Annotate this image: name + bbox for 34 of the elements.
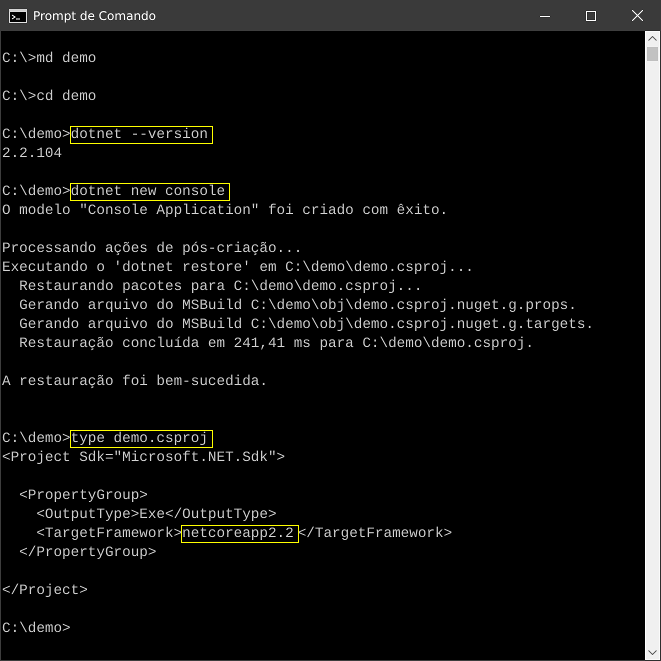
highlighted-text: dotnet --version bbox=[70, 127, 212, 143]
console-text: C:\demo> bbox=[2, 127, 71, 143]
console-line: <OutputType>Exe</OutputType> bbox=[35, 506, 278, 525]
maximize-icon[interactable] bbox=[586, 10, 596, 20]
console-line: Gerando arquivo do MSBuild C:\demo\obj\demo.csproj.nuget.g.props. bbox=[18, 297, 578, 316]
window-title: Prompt de Comando bbox=[33, 8, 158, 22]
console-line: </PropertyGroup> bbox=[18, 544, 158, 563]
console-line: Gerando arquivo do MSBuild C:\demo\obj\demo.csproj.nuget.g.targets. bbox=[18, 316, 595, 335]
console-line: Restaurando pacotes para C:\demo\demo.csproj... bbox=[18, 278, 424, 297]
console-line: Executando o 'dotnet restore' em C:\demo\demo.csproj... bbox=[2, 259, 475, 278]
console-line: <Project Sdk="Microsoft.NET.Sdk"> bbox=[2, 449, 286, 468]
console-line: A restauração foi bem-sucedida. bbox=[2, 373, 269, 392]
console-text: </TargetFramework> bbox=[298, 526, 452, 542]
close-icon[interactable] bbox=[632, 10, 642, 21]
console-line: Processando ações de pós-criação... bbox=[2, 240, 304, 259]
console-text: C:\demo> bbox=[2, 184, 71, 200]
highlighted-text: type demo.csproj bbox=[70, 431, 212, 447]
scroll-down-icon[interactable] bbox=[648, 650, 657, 655]
scroll-up-icon[interactable] bbox=[648, 36, 657, 41]
console-line: C:\demo> bbox=[2, 620, 72, 639]
console-line: C:\>cd demo bbox=[2, 88, 98, 107]
highlighted-text: dotnet new console bbox=[70, 184, 230, 200]
console-text: C:\demo> bbox=[2, 431, 71, 447]
highlighted-text: netcoreapp2.2 bbox=[182, 526, 298, 542]
console-line: Restauração concluída em 241,41 ms para C:\demo\demo.csproj. bbox=[18, 335, 535, 354]
console-line: <PropertyGroup> bbox=[18, 487, 149, 506]
console-line: O modelo "Console Application" foi criado com êxito. bbox=[2, 202, 450, 221]
console-line: C:\>md demo bbox=[2, 50, 98, 69]
scroll-thumb[interactable] bbox=[647, 47, 658, 61]
console-icon bbox=[9, 8, 27, 22]
console-line: 2.2.104 bbox=[2, 145, 64, 164]
console-line: </Project> bbox=[2, 582, 89, 601]
console-text: <TargetFramework> bbox=[35, 526, 182, 542]
scrollbar[interactable] bbox=[645, 31, 660, 660]
